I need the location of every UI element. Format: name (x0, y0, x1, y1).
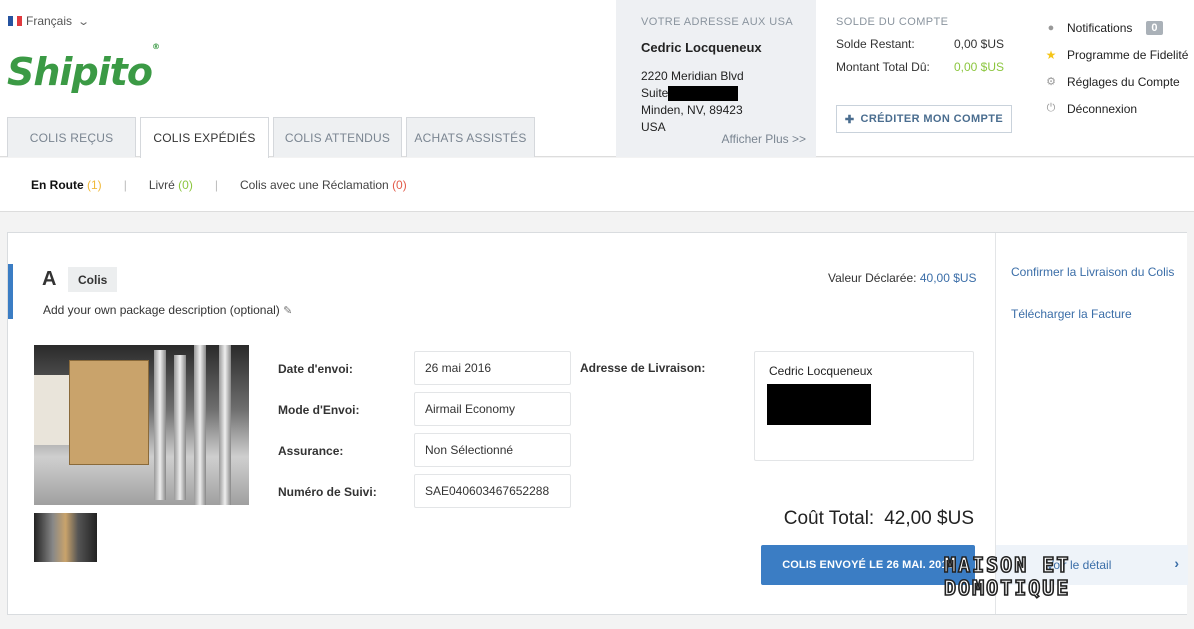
tracking-number-link[interactable]: SAE040603467652288 (414, 474, 571, 508)
insurance-label: Assurance: (278, 444, 344, 458)
watermark-logo: MAISON ET DOMOTIQUE (944, 553, 1070, 599)
filter-en-route[interactable]: En Route (1) (31, 178, 102, 192)
notifications-label: Notifications (1067, 20, 1133, 35)
show-more-link[interactable]: Afficher Plus >> (722, 132, 807, 146)
balance-heading: SOLDE DU COMPTE (836, 16, 949, 28)
remaining-value: 0,00 $US (953, 37, 1004, 51)
pencil-icon: ✎ (283, 305, 293, 317)
watermark-line1: MAISON ET (944, 553, 1070, 577)
france-flag-icon (8, 16, 23, 26)
registered-mark: ® (151, 42, 160, 52)
chevron-down-icon: ⌄ (77, 15, 91, 28)
status-filter-bar: En Route (1) | Livré (0) | Colis avec un… (0, 158, 1194, 212)
tab-colis-recus[interactable]: COLIS REÇUS (7, 117, 136, 157)
confirm-delivery-link[interactable]: Confirmer la Livraison du Colis (1011, 265, 1174, 279)
settings-link[interactable]: ⚙ Réglages du Compte (1045, 68, 1188, 95)
gear-icon: ⚙ (1046, 76, 1056, 88)
photo-roller (174, 355, 186, 500)
redacted-address (767, 384, 871, 425)
tab-colis-attendus[interactable]: COLIS ATTENDUS (273, 117, 402, 157)
declared-value: Valeur Déclarée: 40,00 $US (828, 271, 977, 285)
filter-delivered-label: Livré (148, 177, 175, 192)
credit-account-label: CRÉDITER MON COMPTE (860, 113, 1004, 125)
package-photo[interactable] (34, 345, 249, 505)
filter-claims[interactable]: Colis avec une Réclamation (0) (240, 178, 407, 192)
notifications-badge: 0 (1146, 20, 1163, 35)
delivery-address-label: Adresse de Livraison: (580, 361, 706, 375)
power-icon: ⏻ (1046, 102, 1056, 114)
insurance-value: Non Sélectionné (414, 433, 571, 467)
declared-amount: 40,00 $US (919, 271, 977, 285)
logo-text: Shipito (7, 50, 153, 94)
filter-delivered-count: (0) (178, 177, 193, 192)
photo-package-white (34, 375, 74, 445)
credit-account-button[interactable]: ✚ CRÉDITER MON COMPTE (836, 105, 1012, 133)
ship-date-value: 26 mai 2016 (414, 351, 571, 385)
tab-colis-expedies[interactable]: COLIS EXPÉDIÉS (140, 117, 269, 158)
tracking-label: Numéro de Suivi: (278, 485, 377, 499)
us-address-line1: 2220 Meridian Blvd (641, 69, 744, 83)
due-label: Montant Total Dû: (836, 60, 930, 74)
ship-date-label: Date d'envoi: (278, 362, 353, 376)
filter-delivered[interactable]: Livré (0) (149, 178, 193, 192)
watermark-line2: DOMOTIQUE (944, 576, 1070, 599)
shipito-logo[interactable]: Shipito® (7, 42, 160, 94)
remaining-label: Solde Restant: (836, 37, 915, 51)
filter-en-route-count: (1) (87, 177, 102, 192)
main-tabs: COLIS REÇUS COLIS EXPÉDIÉS COLIS ATTENDU… (7, 117, 535, 158)
tab-achats-assistes[interactable]: ACHATS ASSISTÉS (406, 117, 535, 157)
package-description: Add your own package description (option… (43, 303, 280, 317)
account-balance: SOLDE DU COMPTE Solde Restant: 0,00 $US M… (836, 16, 1021, 133)
logout-link[interactable]: ⏻ Déconnexion (1045, 95, 1188, 122)
account-menu: ● Notifications 0 ★ Programme de Fidelit… (1045, 14, 1188, 122)
filter-claims-count: (0) (392, 177, 407, 192)
delivery-name: Cedric Locqueneux (769, 364, 873, 378)
separator: | (214, 177, 218, 192)
ship-mode-label: Mode d'Envoi: (278, 403, 360, 417)
package-accent-bar (8, 264, 13, 319)
total-label: Coût Total: (783, 508, 875, 529)
photo-roller (154, 350, 166, 500)
package-type-tag: Colis (68, 267, 118, 292)
globe-icon: ● (1047, 21, 1055, 34)
separator: | (123, 177, 127, 192)
us-address-panel: VOTRE ADRESSE AUX USA Cedric Locqueneux … (616, 0, 816, 157)
language-selector[interactable]: Français ⌄ (8, 14, 91, 28)
chevron-right-icon[interactable]: › (1174, 555, 1179, 571)
package-letter: A (42, 268, 57, 290)
total-value: 42,00 $US (884, 508, 974, 529)
us-address-suite-label: Suite (641, 86, 669, 100)
us-address-heading: VOTRE ADRESSE AUX USA (641, 16, 794, 28)
loyalty-label: Programme de Fidelité (1067, 47, 1189, 62)
total-cost: Coût Total: 42,00 $US (768, 508, 974, 530)
photo-roller (219, 345, 231, 505)
star-icon: ★ (1045, 47, 1057, 62)
filter-claims-label: Colis avec une Réclamation (239, 177, 389, 192)
top-header: Français ⌄ Shipito® COLIS REÇUS COLIS EX… (0, 0, 1194, 158)
settings-label: Réglages du Compte (1067, 74, 1180, 89)
declared-label: Valeur Déclarée: (828, 271, 917, 285)
download-invoice-link[interactable]: Télécharger la Facture (1011, 307, 1132, 321)
language-label: Français (26, 14, 73, 28)
plus-icon: ✚ (844, 113, 855, 126)
filter-en-route-label: En Route (31, 177, 84, 192)
delivery-address-box: Cedric Locqueneux (754, 351, 974, 461)
ship-mode-value: Airmail Economy (414, 392, 571, 426)
logout-label: Déconnexion (1067, 101, 1138, 116)
photo-package-box (69, 360, 149, 465)
package-description-editor[interactable]: Add your own package description (option… (43, 303, 292, 317)
redacted-suite (668, 86, 739, 102)
photo-roller (194, 345, 206, 505)
loyalty-link[interactable]: ★ Programme de Fidelité (1045, 41, 1189, 68)
us-address-name: Cedric Locqueneux (641, 40, 762, 55)
us-address-city: Minden, NV, 89423 (641, 103, 743, 117)
due-value: 0,00 $US (953, 60, 1004, 74)
notifications-link[interactable]: ● Notifications 0 (1045, 14, 1188, 41)
package-photo-thumbnail[interactable] (34, 513, 97, 562)
package-sent-button[interactable]: COLIS ENVOYÉ LE 26 MAI. 2016 (761, 545, 975, 585)
